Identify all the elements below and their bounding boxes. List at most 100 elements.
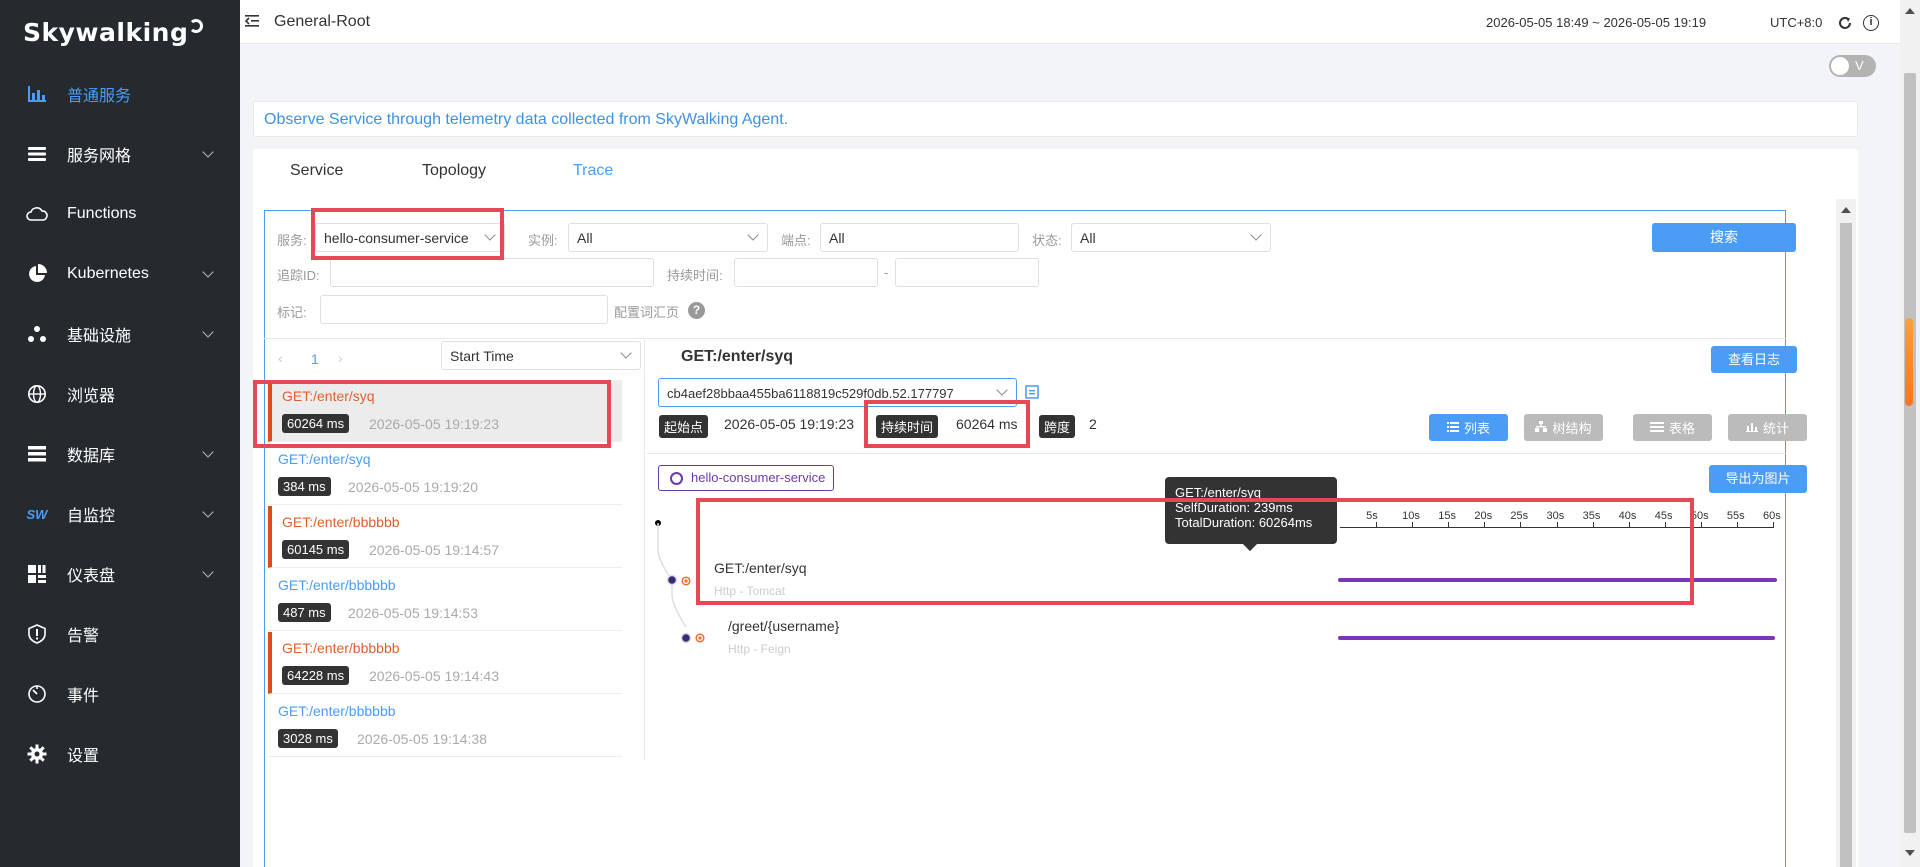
refresh-icon[interactable] — [1837, 15, 1853, 31]
chevron-down-icon — [996, 384, 1008, 396]
trace-duration-badge: 60145 ms — [282, 540, 350, 559]
trace-id-input[interactable] — [330, 258, 654, 287]
sidebar-item[interactable]: 基础设施 — [0, 304, 240, 364]
trace-list-row[interactable]: GET:/enter/bbbbbb 3028 ms 2026-05-05 19:14… — [268, 695, 622, 757]
skywalking-logo[interactable]: Skywalking — [23, 18, 204, 47]
table-view-icon — [1649, 420, 1664, 435]
next-page-icon[interactable]: › — [338, 350, 343, 366]
min-duration-input[interactable] — [734, 258, 878, 287]
sidebar-item-label: 仪表盘 — [67, 568, 116, 585]
trace-endpoint: GET:/enter/bbbbbb — [282, 514, 400, 530]
endpoint-input[interactable]: All — [820, 223, 1019, 252]
status-label: 状态: — [1032, 233, 1062, 248]
status-select[interactable]: All — [1071, 223, 1271, 252]
span-bar[interactable] — [1338, 636, 1776, 640]
list-view-icon — [1446, 420, 1459, 435]
page-number[interactable]: 1 — [311, 351, 319, 367]
sidebar-item[interactable]: 浏览器 — [0, 364, 240, 424]
scrollbar-thumb[interactable] — [1840, 223, 1852, 867]
sidebar-item[interactable]: 设置 — [0, 724, 240, 784]
sidebar-item[interactable]: 仪表盘 — [0, 544, 240, 604]
tags-input[interactable] — [320, 295, 608, 324]
timezone[interactable]: UTC+8:0 — [1770, 15, 1822, 30]
trace-list-row[interactable]: GET:/enter/bbbbbb 487 ms 2026-05-05 19:14:… — [268, 569, 622, 631]
stats-view-icon — [1745, 420, 1758, 435]
sidebar-item[interactable]: 告警 — [0, 604, 240, 664]
trace-start-time: 2026-05-05 19:14:53 — [348, 605, 478, 621]
max-duration-input[interactable] — [895, 258, 1039, 287]
instance-select[interactable]: All — [568, 223, 768, 252]
prev-page-icon[interactable]: ‹ — [278, 350, 283, 366]
alarm-icon — [26, 623, 48, 645]
logo-swirl-icon — [189, 19, 204, 33]
trace-id-label: 追踪ID: — [277, 268, 320, 283]
dashboard-icon — [26, 563, 48, 585]
sort-select-value: Start Time — [450, 348, 514, 364]
sidebar-item[interactable]: 事件 — [0, 664, 240, 724]
inner-scrollbar[interactable] — [1836, 199, 1856, 867]
sort-select[interactable]: Start Time — [441, 341, 641, 370]
highlight-box — [696, 498, 1694, 605]
sidebar-item-label: 普通服务 — [67, 88, 132, 105]
top-bar: General-Root 2026-05-05 18:49 ~ 2026-05-… — [240, 0, 1900, 44]
tab-trace[interactable]: Trace — [573, 162, 613, 180]
sidebar-item[interactable]: Functions — [0, 184, 240, 244]
chevron-down-icon — [747, 229, 759, 241]
scroll-up-icon[interactable] — [1841, 207, 1851, 213]
service-chip[interactable]: hello-consumer-service — [658, 465, 835, 491]
trace-id-value: cb4aef28bbaa455ba6118819c529f0db.52.1777… — [667, 386, 954, 401]
trace-start-time: 2026-05-05 19:14:38 — [357, 731, 487, 747]
sidebar: Skywalking 普通服务服务网格 Functions Kubernetes 基础… — [0, 0, 240, 867]
span-name[interactable]: /greet/{username} — [728, 618, 839, 634]
span-count-tag: 跨度 — [1039, 415, 1076, 438]
sidebar-item[interactable]: 数据库 — [0, 424, 240, 484]
toggle-knob — [1831, 57, 1849, 75]
nodes-icon — [26, 323, 48, 345]
info-icon[interactable]: i — [1863, 15, 1879, 31]
sidebar-item-label: 服务网格 — [67, 148, 132, 165]
sidebar-item-label: Functions — [67, 205, 137, 222]
view-button[interactable]: 表格 — [1633, 414, 1712, 441]
sidebar-item-label: 自监控 — [67, 508, 116, 525]
scroll-down-icon[interactable] — [1905, 850, 1915, 856]
copy-icon[interactable] — [1024, 384, 1040, 400]
tab-topology[interactable]: Topology — [422, 162, 486, 180]
view-button[interactable]: 树结构 — [1524, 414, 1603, 441]
sidebar-item[interactable]: Kubernetes — [0, 244, 240, 304]
view-logs-button[interactable]: 查看日志 — [1711, 346, 1797, 373]
highlight-box — [311, 208, 504, 260]
chevron-down-icon — [1250, 229, 1262, 241]
trace-start-time: 2026-05-05 19:14:57 — [369, 542, 499, 558]
trace-list-row[interactable]: GET:/enter/syq 384 ms 2026-05-05 19:19:20 — [268, 443, 622, 505]
sidebar-item-label: 设置 — [67, 748, 100, 765]
search-button[interactable]: 搜索 — [1652, 223, 1796, 252]
highlight-box — [864, 400, 1030, 448]
view-toggle[interactable]: V — [1829, 55, 1876, 77]
trace-duration-badge: 64228 ms — [282, 666, 350, 685]
sidebar-item[interactable]: SW 自监控 — [0, 484, 240, 544]
chevron-down-icon — [202, 326, 214, 338]
axis-tick-label: 60s — [1763, 510, 1781, 522]
tree-view-icon — [1535, 420, 1548, 435]
sidebar-item[interactable]: 服务网格 — [0, 124, 240, 184]
page-scrollbar[interactable] — [1900, 0, 1920, 867]
view-button[interactable]: 列表 — [1429, 414, 1508, 441]
trace-list-row[interactable]: GET:/enter/bbbbbb 64228 ms 2026-05-05 19:1… — [268, 632, 622, 694]
chevron-down-icon — [202, 266, 214, 278]
export-image-button[interactable]: 导出为图片 — [1709, 465, 1807, 493]
help-icon[interactable]: ? — [688, 302, 705, 319]
service-ring-icon — [670, 472, 683, 485]
scroll-up-icon[interactable] — [1905, 8, 1915, 14]
sidebar-item-label: 事件 — [67, 688, 100, 705]
sidebar-item[interactable]: 普通服务 — [0, 64, 240, 124]
sidebar-menu: 普通服务服务网格 Functions Kubernetes 基础设施 浏览器 数据库 SW 自… — [0, 64, 240, 784]
status-select-value: All — [1080, 230, 1096, 246]
start-time-value: 2026-05-05 19:19:23 — [724, 416, 854, 432]
trace-list-row[interactable]: GET:/enter/bbbbbb 60145 ms 2026-05-05 19:1… — [268, 506, 622, 568]
scrollbar-thumb[interactable] — [1904, 73, 1916, 833]
tab-service[interactable]: Service — [290, 162, 343, 180]
time-range[interactable]: 2026-05-05 18:49 ~ 2026-05-05 19:19 — [1486, 15, 1706, 30]
view-button[interactable]: 统计 — [1728, 414, 1807, 441]
collapse-menu-icon[interactable] — [244, 13, 260, 29]
duration-separator: - — [884, 265, 889, 280]
